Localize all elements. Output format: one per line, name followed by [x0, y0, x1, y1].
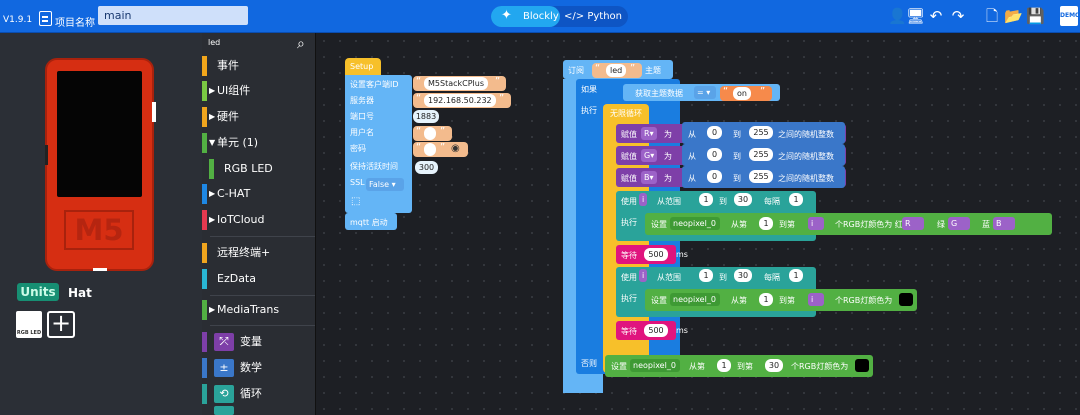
add-unit-button[interactable]: + [47, 311, 75, 338]
category-remote-terminal[interactable]: 远程终端+ [202, 242, 316, 264]
code-icon: </> [564, 11, 585, 22]
category-hardware[interactable]: ▶ 硬件 [202, 106, 316, 128]
category-loops[interactable]: ⟲ 循环 [202, 383, 316, 405]
category-math[interactable]: ± 数学 [202, 357, 316, 379]
topic-string[interactable]: “led” [592, 63, 642, 78]
set-all-rgb-block[interactable]: 设置 neopixel_0 从第 1 到第 30 个RGB灯颜色为 [605, 355, 873, 377]
undo-icon[interactable]: ↶ [927, 8, 945, 25]
project-name-label: 项目名称 [55, 18, 95, 29]
search-icon[interactable]: ⌕ [297, 37, 311, 51]
port-number[interactable]: 1883 [413, 110, 439, 123]
keepalive-number[interactable]: 300 [415, 161, 438, 174]
random-int-block[interactable]: 从 0 到 255 之间的随机整数 [682, 122, 845, 144]
category-ezdata[interactable]: EzData [202, 268, 316, 290]
device-side-button [152, 102, 156, 122]
setup-hat-block[interactable]: Setup [345, 58, 381, 76]
on-string[interactable]: “on” [720, 86, 772, 101]
device-left-button [45, 145, 48, 165]
color-swatch[interactable] [855, 359, 869, 372]
blockly-workspace[interactable]: Setup 设置客户端ID 服务器 端口号 用户名 密码 保持活跃时间 SSL … [316, 33, 1080, 415]
redo-icon[interactable]: ↷ [949, 8, 967, 25]
units-tab[interactable]: Units [17, 283, 59, 301]
mqtt-setup-block[interactable]: 设置客户端ID 服务器 端口号 用户名 密码 保持活跃时间 SSL ⬚ [345, 75, 412, 213]
user-icon[interactable]: 👤 [888, 8, 907, 25]
m5-logo: M5 [64, 210, 134, 250]
ssl-dropdown[interactable]: False ▾ [366, 178, 404, 191]
loop-icon: ⟲ [214, 385, 234, 403]
wait-block-1[interactable]: 等待 500 ms [616, 245, 688, 264]
user-string[interactable]: “” [413, 126, 452, 141]
top-toolbar: V1.9.1 项目名称 ✦ Blockly </> Python 👤 🖥 ↶ ↷… [0, 0, 1080, 33]
device-screen[interactable] [57, 71, 142, 197]
open-folder-icon[interactable]: 📂 [1004, 8, 1023, 25]
set-rgb-color-block[interactable]: 设置 neopixel_0 从第 1 到第 i 个RGB灯颜色为 [645, 289, 917, 311]
mqtt-start-block[interactable]: mqtt 启动 [345, 213, 397, 230]
save-icon[interactable]: 💾 [1026, 8, 1045, 25]
python-mode-button[interactable]: </> Python [564, 6, 622, 27]
var-g-dropdown[interactable]: G▾ [641, 149, 657, 162]
hat-tab[interactable]: Hat [68, 286, 92, 300]
project-file-icon[interactable] [39, 11, 52, 26]
new-file-icon[interactable]: 🗋 [983, 8, 1001, 25]
project-name-input[interactable] [98, 6, 248, 25]
math-icon: ± [214, 359, 234, 377]
device-port [93, 268, 107, 271]
variables-icon: ⤱ [214, 333, 234, 351]
compare-operator-dropdown[interactable]: = ▾ [694, 86, 716, 99]
category-variables[interactable]: ⤱ 变量 [202, 331, 316, 353]
version-label: V1.9.1 [3, 15, 33, 25]
toolbox-divider [210, 295, 315, 296]
category-mediatrans[interactable]: ▶ MediaTrans [202, 299, 316, 321]
category-c-hat[interactable]: ▶ C-HAT [202, 183, 316, 205]
puzzle-icon: ✦ [501, 8, 512, 23]
demo-button[interactable]: DEMO [1060, 6, 1080, 26]
rgb-led-unit-tile[interactable]: RGB LED [16, 311, 42, 338]
client-id-string[interactable]: “M5StackCPlus” [413, 76, 506, 91]
mode-toggle[interactable]: ✦ Blockly </> Python [491, 6, 628, 27]
category-events[interactable]: 事件 [202, 55, 316, 77]
set-rgb-color-block[interactable]: 设置 neopixel_0 从第 1 到第 i 个RGB灯颜色为 红R绿G蓝B [645, 213, 1052, 235]
device-preview: M5 [45, 58, 156, 271]
toolbox-search-text[interactable]: led [208, 38, 220, 47]
random-int-block[interactable]: 从 0 到 255 之间的随机整数 [682, 144, 845, 166]
category-iotcloud[interactable]: ▶ IoTCloud [202, 209, 316, 231]
server-string[interactable]: “192.168.50.232” [413, 93, 511, 108]
color-swatch[interactable] [899, 293, 913, 306]
blockly-mode-button[interactable]: ✦ Blockly [491, 6, 560, 27]
toolbox-divider [210, 325, 315, 326]
upload-icon: ⬚ [351, 196, 361, 207]
device-connect-icon[interactable]: 🖥 [906, 8, 925, 25]
wait-block-2[interactable]: 等待 500 ms [616, 321, 688, 340]
category-rgb-led[interactable]: RGB LED [202, 158, 316, 180]
category-units[interactable]: ▼ 单元 (1) [202, 132, 316, 154]
var-r-dropdown[interactable]: R▾ [641, 127, 657, 140]
password-string[interactable]: “” ◉ [413, 142, 468, 157]
next-category-icon [214, 406, 234, 415]
device-panel: M5 Units Hat RGB LED + [0, 33, 202, 415]
category-ui[interactable]: ▶ UI组件 [202, 80, 316, 102]
toolbox-divider [210, 236, 315, 237]
eye-icon[interactable]: ◉ [451, 143, 460, 154]
var-b-dropdown[interactable]: B▾ [641, 171, 657, 184]
random-int-block[interactable]: 从 0 到 255 之间的随机整数 [682, 166, 845, 188]
block-toolbox: led 事件 ▶ UI组件 ▶ 硬件 ▼ 单元 (1) RGB LED ▶ C-HAT … [202, 33, 316, 415]
